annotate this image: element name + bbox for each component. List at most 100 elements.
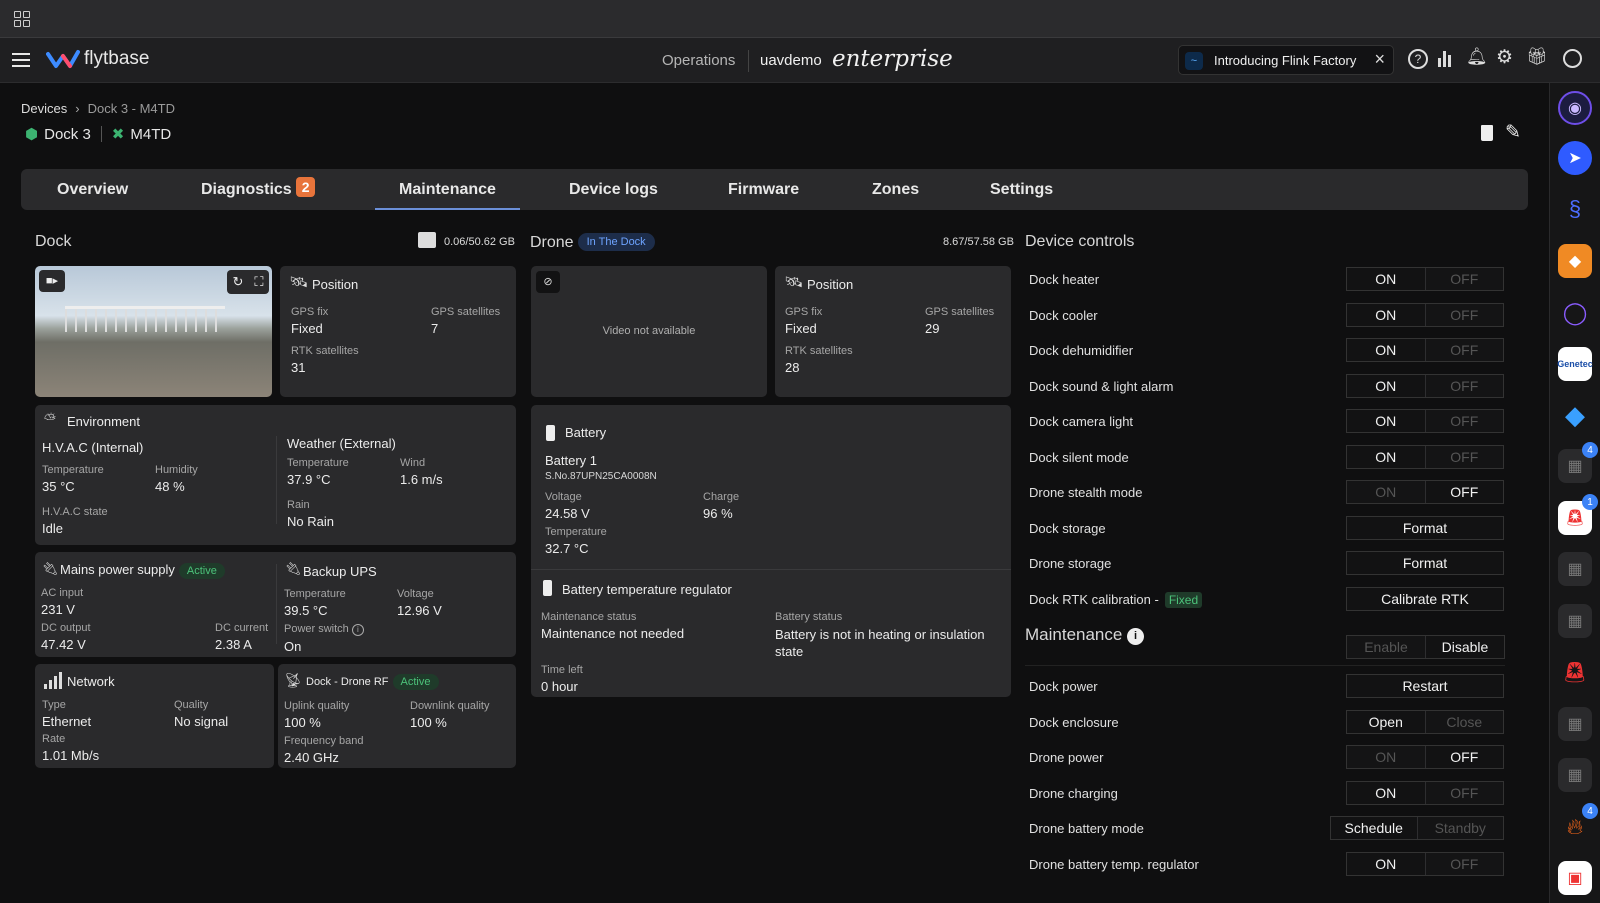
toggle-drone-charging: ON OFF [1346,780,1504,805]
off-option[interactable]: OFF [1424,445,1504,468]
schedule-option[interactable]: Schedule [1331,817,1417,839]
rail-app-1-icon[interactable]: ◉ [1558,91,1592,125]
banner-chip[interactable]: ~ Introducing Flink Factory × [1178,45,1394,75]
settings-gear-icon[interactable]: ⚙ [1496,46,1513,69]
rtk-fixed-badge: Fixed [1164,591,1203,608]
tab-overview[interactable]: Overview [57,169,128,210]
rail-app-4-icon[interactable]: ◆ [1558,244,1592,278]
drone-section-title: Drone In The Dock [530,233,655,252]
power-switch-label: Power switch i [284,623,364,636]
rail-app-12-icon[interactable]: 🚨︎ [1558,655,1592,689]
format-button[interactable]: Format [1347,516,1503,539]
rail-app-8-icon[interactable]: ▦ 4 [1558,442,1598,483]
control-row-dock-storage: Dock storage Format [1025,514,1504,544]
info-icon[interactable]: i [1127,628,1145,645]
on-option[interactable]: ON [1347,339,1425,361]
rail-app-15-icon[interactable]: 🔥︎ 4 [1558,803,1598,844]
on-option[interactable]: ON [1347,445,1425,468]
delete-icon[interactable] [1481,125,1493,141]
off-option[interactable]: OFF [1424,339,1504,361]
on-option[interactable]: ON [1347,746,1425,768]
rail-app-6-icon[interactable]: Genetec [1557,347,1593,381]
rail-app-9-icon[interactable]: 🚨︎ 1 [1558,494,1598,535]
off-option[interactable]: OFF [1424,852,1504,875]
tab-firmware[interactable]: Firmware [728,169,799,210]
off-option[interactable]: OFF [1424,481,1503,503]
rail-app-7-icon[interactable]: ◆ [1558,398,1592,432]
off-option[interactable]: OFF [1424,374,1504,397]
on-option[interactable]: ON [1347,852,1425,875]
notification-bell-icon[interactable]: 🔔︎ [1466,47,1488,67]
device-header: ⬢ Dock 3 ✖ M4TD [25,125,171,144]
label: H.V.A.C state [42,506,108,518]
tab-device-logs[interactable]: Device logs [569,169,658,210]
rail-app-14-icon[interactable]: ▦ [1558,758,1592,792]
breadcrumb-current: Dock 3 - M4TD [87,101,175,116]
help-icon[interactable]: ? [1408,49,1428,69]
on-option[interactable]: ON [1347,781,1425,804]
breadcrumb-devices[interactable]: Devices [21,101,67,116]
camera-controls: ↻ ⛶ [227,270,269,294]
off-option[interactable]: OFF [1424,268,1504,290]
apps-grid-icon[interactable] [14,11,30,27]
rail-app-16-icon[interactable]: ▣ [1558,861,1592,895]
control-label: Dock heater [1029,272,1100,287]
plug-icon: 🔌︎ [42,561,59,576]
rf-title: Dock - Drone RF Active [306,674,439,690]
ups-voltage: 12.96 V [397,603,442,618]
on-option[interactable]: ON [1347,410,1425,432]
control-row-drone-charging: Drone charging ON OFF [1025,779,1504,809]
tab-zones[interactable]: Zones [872,169,919,210]
rail-app-11-icon[interactable]: ▦ [1558,604,1592,638]
drone-name[interactable]: M4TD [130,126,171,143]
rail-app-3-icon[interactable]: § [1558,192,1592,226]
tab-diagnostics[interactable]: Diagnostics 2 [201,169,316,210]
rail-app-13-icon[interactable]: ▦ [1558,707,1592,741]
rotate-icon[interactable]: ↻ [232,274,243,290]
off-option[interactable]: OFF [1424,303,1504,326]
enable-button[interactable]: Enable [1347,636,1425,658]
gift-icon[interactable]: 🎁︎ [1526,47,1548,67]
info-icon[interactable]: i [351,624,364,636]
on-option[interactable]: ON [1347,374,1425,397]
dock-name[interactable]: Dock 3 [44,126,91,143]
brand-logo[interactable]: flytbase [46,48,149,70]
label: Quality [174,699,209,711]
format-button[interactable]: Format [1347,552,1503,574]
calibrate-rtk-button[interactable]: Calibrate RTK [1347,587,1503,610]
edit-icon[interactable]: ✎ [1505,121,1521,144]
rail-app-10-icon[interactable]: ▦ [1558,552,1592,586]
restart-button[interactable]: Restart [1347,675,1503,697]
open-option[interactable]: Open [1347,710,1425,733]
dock-camera-feed[interactable]: ■▸ ↻ ⛶ [35,266,272,397]
on-option[interactable]: ON [1347,303,1425,326]
rail-app-2-icon[interactable]: ➤ [1558,141,1592,175]
close-option[interactable]: Close [1424,710,1504,733]
label: Temperature [545,526,607,538]
analytics-icon[interactable] [1438,50,1451,67]
standby-option[interactable]: Standby [1416,817,1504,839]
ac-input-value: 231 V [41,602,75,617]
off-option[interactable]: OFF [1424,746,1503,768]
camera-icon[interactable]: ■▸ [39,270,65,292]
tab-settings[interactable]: Settings [990,169,1053,210]
on-option[interactable]: ON [1347,481,1425,503]
operations-link[interactable]: Operations [662,52,735,69]
off-option[interactable]: OFF [1424,781,1504,804]
label: GPS satellites [431,306,501,318]
toggle-dock-heater: ON OFF [1346,267,1504,291]
rail-app-5-icon[interactable]: ◯ [1558,296,1592,330]
close-icon[interactable]: × [1374,49,1385,70]
network-type-value: Ethernet [42,714,92,729]
label: AC input [41,587,84,599]
account-icon[interactable] [1563,49,1582,68]
off-option[interactable]: OFF [1424,410,1504,432]
menu-icon[interactable] [12,53,30,67]
divider [276,564,277,644]
disable-button[interactable]: Disable [1425,636,1504,658]
fullscreen-icon[interactable]: ⛶ [254,274,263,290]
battery-voltage: 24.58 V [545,506,590,521]
on-option[interactable]: ON [1347,268,1425,290]
tab-maintenance[interactable]: Maintenance [375,169,520,210]
battery-icon [546,425,555,441]
